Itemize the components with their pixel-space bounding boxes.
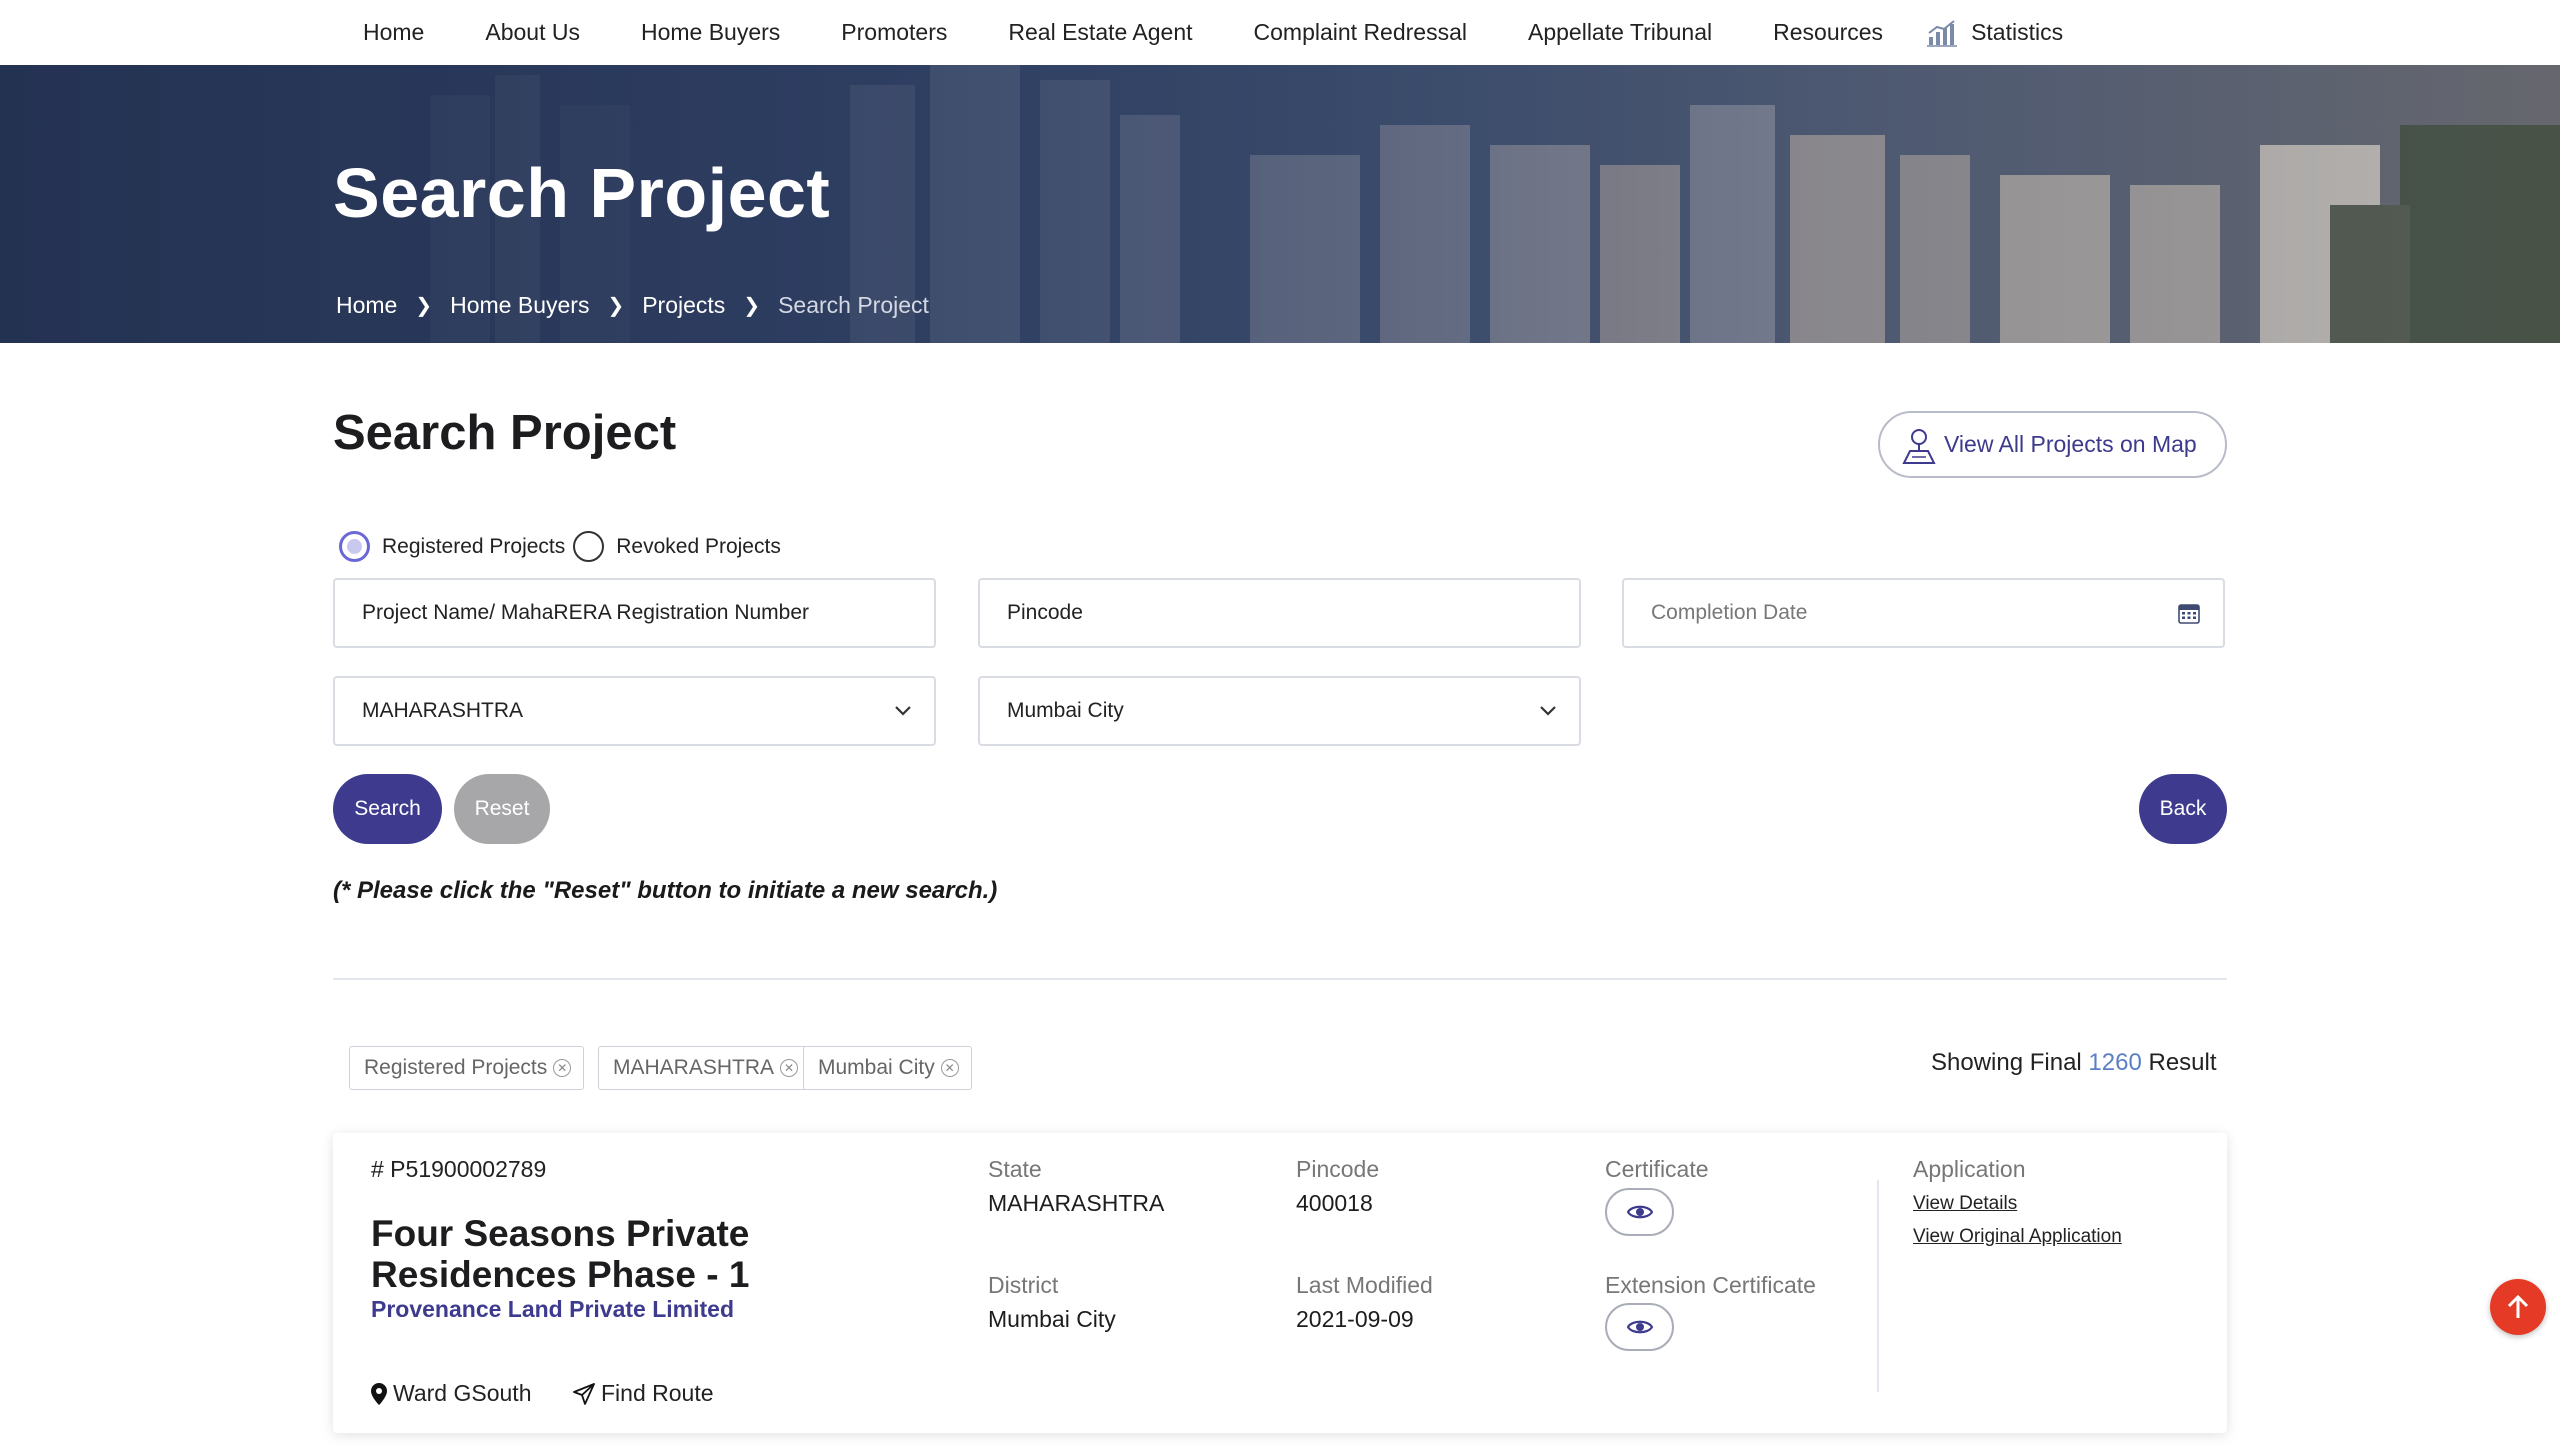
chevron-down-icon (895, 706, 911, 716)
chevron-right-icon: ❯ (415, 295, 433, 317)
card-divider (1877, 1180, 1879, 1392)
reset-note: (* Please click the "Reset" button to in… (333, 877, 998, 904)
last-modified-value: 2021-09-09 (1296, 1306, 1414, 1332)
district-label: District (988, 1272, 1059, 1298)
filter-chip-label: MAHARASHTRA (613, 1056, 775, 1079)
view-original-application-link[interactable]: View Original Application (1913, 1226, 2122, 1248)
chevron-right-icon: ❯ (743, 295, 761, 317)
district-value: Mumbai City (988, 1306, 1116, 1332)
application-label: Application (1913, 1156, 2026, 1182)
view-details-link[interactable]: View Details (1913, 1193, 2017, 1215)
close-circle-icon[interactable]: ✕ (780, 1059, 799, 1077)
section-divider (333, 978, 2227, 980)
result-count-suffix: Result (2148, 1049, 2217, 1076)
nav-resources[interactable]: Resources (1773, 19, 1883, 46)
nav-complaint-redressal[interactable]: Complaint Redressal (1254, 19, 1467, 46)
close-circle-icon[interactable]: ✕ (553, 1059, 572, 1077)
nav-appellate-tribunal[interactable]: Appellate Tribunal (1528, 19, 1712, 46)
find-route-link[interactable]: Find Route (573, 1380, 714, 1407)
top-navigation: Home About Us Home Buyers Promoters Real… (0, 0, 2560, 65)
certificate-label: Certificate (1605, 1156, 1709, 1182)
filter-chip-state: MAHARASHTRA ✕ (598, 1046, 812, 1090)
chevron-down-icon (1540, 706, 1556, 716)
project-registration-number: # P51900002789 (371, 1156, 547, 1182)
state-select-value: MAHARASHTRA (362, 699, 524, 722)
page-title: Search Project (333, 406, 677, 460)
result-count-number: 1260 (2088, 1049, 2142, 1076)
send-icon (573, 1382, 595, 1405)
project-card: # P51900002789 Four Seasons Private Resi… (333, 1133, 2227, 1433)
project-name-value: Project Name/ MahaRERA Registration Numb… (362, 601, 810, 624)
nav-statistics[interactable]: Statistics (1927, 19, 2063, 47)
chevron-right-icon: ❯ (607, 295, 625, 317)
district-select[interactable]: Mumbai City (978, 676, 1581, 746)
breadcrumb-projects[interactable]: Projects (642, 292, 725, 319)
eye-icon (1626, 1205, 1653, 1219)
view-certificate-button[interactable] (1605, 1188, 1674, 1236)
breadcrumb: Home ❯ Home Buyers ❯ Projects ❯ Search P… (336, 292, 929, 319)
nav-home[interactable]: Home (363, 19, 424, 46)
project-name-input[interactable]: Project Name/ MahaRERA Registration Numb… (333, 578, 936, 648)
radio-revoked-label[interactable]: Revoked Projects (616, 535, 781, 559)
nav-home-buyers[interactable]: Home Buyers (641, 19, 780, 46)
breadcrumb-home-buyers[interactable]: Home Buyers (450, 292, 589, 319)
pincode-label: Pincode (1296, 1156, 1380, 1182)
state-label: State (988, 1156, 1042, 1182)
completion-date-input[interactable]: Completion Date (1622, 578, 2225, 648)
radio-registered-label[interactable]: Registered Projects (382, 535, 565, 559)
close-circle-icon[interactable]: ✕ (940, 1059, 959, 1077)
breadcrumb-current: Search Project (778, 292, 929, 318)
result-count: Showing Final 1260 Result (1931, 1049, 2217, 1077)
nav-real-estate-agent[interactable]: Real Estate Agent (1008, 19, 1192, 46)
project-type-radio-group: Registered Projects Revoked Projects (339, 531, 789, 562)
pincode-input[interactable]: Pincode (978, 578, 1581, 648)
completion-date-placeholder: Completion Date (1651, 601, 1808, 624)
nav-promoters[interactable]: Promoters (841, 19, 947, 46)
nav-statistics-label: Statistics (1971, 19, 2064, 45)
last-modified-label: Last Modified (1296, 1272, 1433, 1298)
scroll-to-top-button[interactable] (2490, 1279, 2546, 1335)
district-select-value: Mumbai City (1007, 699, 1124, 722)
state-select[interactable]: MAHARASHTRA (333, 676, 936, 746)
project-ward-label: Ward GSouth (393, 1380, 532, 1406)
hero-banner: Search Project Home ❯ Home Buyers ❯ Proj… (0, 65, 2560, 343)
filter-chip-label: Registered Projects (364, 1056, 548, 1079)
project-name[interactable]: Four Seasons Private Residences Phase - … (371, 1213, 951, 1295)
reset-button[interactable]: Reset (454, 774, 550, 844)
view-map-button[interactable]: View All Projects on Map (1878, 411, 2227, 478)
arrow-up-icon (2507, 1294, 2529, 1318)
breadcrumb-home[interactable]: Home (336, 292, 397, 319)
filter-chip-registered: Registered Projects ✕ (349, 1046, 585, 1090)
find-route-label: Find Route (601, 1380, 714, 1406)
result-count-prefix: Showing Final (1931, 1049, 2082, 1076)
view-map-label: View All Projects on Map (1944, 431, 2197, 457)
project-ward: Ward GSouth (371, 1380, 531, 1407)
back-button[interactable]: Back (2139, 774, 2227, 844)
filter-chip-label: Mumbai City (818, 1056, 935, 1079)
pincode-value: Pincode (1007, 601, 1083, 624)
view-extension-certificate-button[interactable] (1605, 1303, 1674, 1351)
eye-icon (1626, 1320, 1653, 1334)
map-person-icon (1902, 428, 1936, 464)
map-pin-icon (371, 1382, 387, 1405)
search-button[interactable]: Search (333, 774, 442, 844)
project-promoter[interactable]: Provenance Land Private Limited (371, 1296, 734, 1323)
calendar-icon[interactable] (2177, 601, 2201, 625)
state-value: MAHARASHTRA (988, 1190, 1165, 1216)
radio-revoked[interactable] (573, 531, 605, 562)
nav-about-us[interactable]: About Us (485, 19, 580, 46)
statistics-icon (1927, 19, 1958, 47)
extension-certificate-label: Extension Certificate (1605, 1272, 1816, 1298)
pincode-value: 400018 (1296, 1190, 1373, 1216)
filter-chip-district: Mumbai City ✕ (803, 1046, 972, 1090)
hero-title: Search Project (333, 154, 831, 232)
radio-registered[interactable] (339, 531, 370, 562)
